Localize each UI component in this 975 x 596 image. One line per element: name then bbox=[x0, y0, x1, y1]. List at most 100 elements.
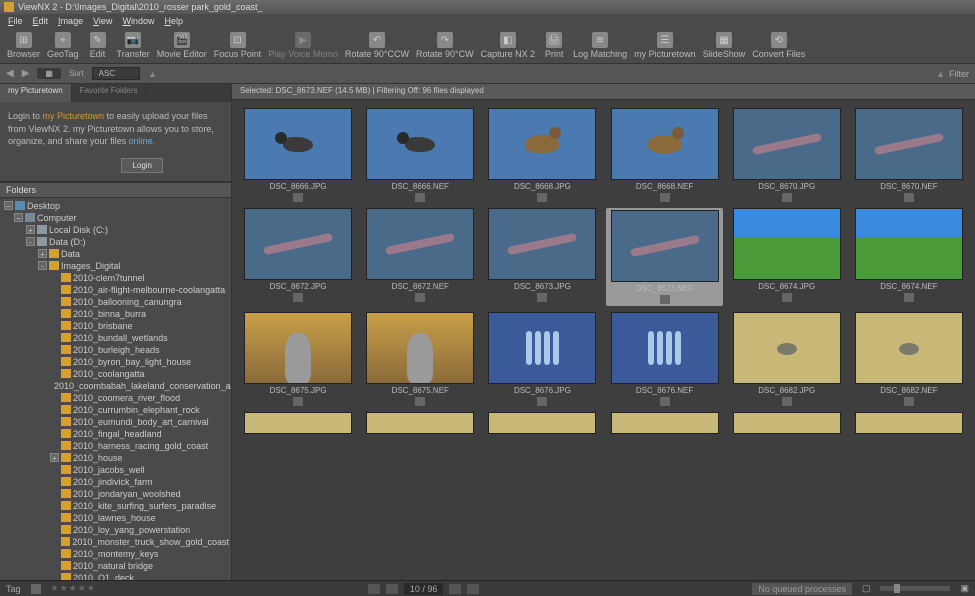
folder-2010-loy-yang-powerstation[interactable]: 2010_loy_yang_powerstation bbox=[2, 524, 229, 536]
folder-2010-eumundi-body-art-carnival[interactable]: 2010_eumundi_body_art_carnival bbox=[2, 416, 229, 428]
label-swatch[interactable] bbox=[31, 584, 41, 594]
toolbar-movie-editor[interactable]: 🎬Movie Editor bbox=[154, 31, 210, 60]
folder-2010-q1-deck[interactable]: 2010_Q1_deck bbox=[2, 572, 229, 580]
folder-2010-brisbane[interactable]: 2010_brisbane bbox=[2, 320, 229, 332]
sort-dir-icon[interactable]: ▲ bbox=[148, 69, 157, 79]
thumbnail-partial[interactable] bbox=[484, 412, 600, 436]
zoom-in-icon[interactable]: ▣ bbox=[960, 583, 969, 594]
folder-images-digital[interactable]: -Images_Digital bbox=[2, 260, 229, 272]
menu-file[interactable]: File bbox=[4, 16, 27, 26]
nav-back-icon[interactable]: ◀ bbox=[6, 68, 14, 79]
folder-2010-jondaryan-woolshed[interactable]: 2010_jondaryan_woolshed bbox=[2, 488, 229, 500]
rating-stars[interactable]: ★★★★★ bbox=[51, 583, 95, 594]
folder-2010-byron-bay-light-house[interactable]: 2010_byron_bay_light_house bbox=[2, 356, 229, 368]
filter-label[interactable]: Filter bbox=[949, 69, 969, 79]
folder-2010-coomera-river-flood[interactable]: 2010_coomera_river_flood bbox=[2, 392, 229, 404]
thumbnail-partial[interactable] bbox=[362, 412, 478, 436]
online-link[interactable]: online bbox=[129, 136, 153, 146]
filter-flag-icon[interactable]: ▲ bbox=[936, 69, 945, 79]
folder-2010-jacobs-well[interactable]: 2010_jacobs_well bbox=[2, 464, 229, 476]
folder-2010-kite-surfing-surfers-paradise[interactable]: 2010_kite_surfing_surfers_paradise bbox=[2, 500, 229, 512]
folder-2010-fingal-headland[interactable]: 2010_fingal_headland bbox=[2, 428, 229, 440]
menu-edit[interactable]: Edit bbox=[29, 16, 53, 26]
thumbnail-dsc-8675-jpg[interactable]: DSC_8675.JPG bbox=[240, 312, 356, 406]
toolbar-convert-files[interactable]: ⟲Convert Files bbox=[749, 31, 808, 60]
folder-local-disk-c-[interactable]: +Local Disk (C:) bbox=[2, 224, 229, 236]
login-button[interactable]: Login bbox=[121, 158, 163, 173]
folder-2010-binna-burra[interactable]: 2010_binna_burra bbox=[2, 308, 229, 320]
thumbnail-partial[interactable] bbox=[606, 412, 722, 436]
view-mode-pill[interactable]: ▦ bbox=[37, 68, 61, 79]
expand-icon[interactable]: - bbox=[38, 261, 47, 270]
thumbnail-dsc-8674-nef[interactable]: DSC_8674.NEF bbox=[851, 208, 967, 306]
toolbar-rotate-90-cw[interactable]: ↷Rotate 90°CW bbox=[413, 31, 477, 60]
thumbnail-partial[interactable] bbox=[240, 412, 356, 436]
toolbar-log-matching[interactable]: ≋Log Matching bbox=[570, 31, 630, 60]
toolbar-print[interactable]: 🖨Print bbox=[539, 31, 569, 60]
thumbnail-partial[interactable] bbox=[729, 412, 845, 436]
last-button[interactable] bbox=[467, 584, 479, 594]
folder-2010-currumbin-elephant-rock[interactable]: 2010_currumbin_elephant_rock bbox=[2, 404, 229, 416]
menu-view[interactable]: View bbox=[89, 16, 116, 26]
sort-select[interactable]: ASC bbox=[92, 67, 140, 80]
zoom-out-icon[interactable]: ▢ bbox=[862, 583, 871, 594]
thumbnail-dsc-8673-jpg[interactable]: DSC_8673.JPG bbox=[484, 208, 600, 306]
toolbar-focus-point[interactable]: ⊡Focus Point bbox=[211, 31, 265, 60]
thumbnail-dsc-8682-nef[interactable]: DSC_8682.NEF bbox=[851, 312, 967, 406]
prev-button[interactable] bbox=[386, 584, 398, 594]
thumbnail-dsc-8670-nef[interactable]: DSC_8670.NEF bbox=[851, 108, 967, 202]
thumbnail-dsc-8682-jpg[interactable]: DSC_8682.JPG bbox=[729, 312, 845, 406]
folder-2010-lawnes-house[interactable]: 2010_lawnes_house bbox=[2, 512, 229, 524]
folder-2010-bundall-wetlands[interactable]: 2010_bundall_wetlands bbox=[2, 332, 229, 344]
expand-icon[interactable]: + bbox=[26, 225, 35, 234]
thumbnail-dsc-8675-nef[interactable]: DSC_8675.NEF bbox=[362, 312, 478, 406]
toolbar-geotag[interactable]: ⌖GeoTag bbox=[44, 31, 82, 60]
thumbnail-dsc-8672-nef[interactable]: DSC_8672.NEF bbox=[362, 208, 478, 306]
folder-tree[interactable]: −Desktop−Computer+Local Disk (C:)-Data (… bbox=[0, 198, 231, 580]
toolbar-rotate-90-ccw[interactable]: ↶Rotate 90°CCW bbox=[342, 31, 412, 60]
thumbnail-dsc-8672-jpg[interactable]: DSC_8672.JPG bbox=[240, 208, 356, 306]
folder-2010-harness-racing-gold-coast[interactable]: 2010_harness_racing_gold_coast bbox=[2, 440, 229, 452]
tab-favorite-folders[interactable]: Favorite Folders bbox=[72, 84, 147, 102]
thumbnail-dsc-8666-nef[interactable]: DSC_8666.NEF bbox=[362, 108, 478, 202]
folder-2010-ballooning-canungra[interactable]: 2010_ballooning_canungra bbox=[2, 296, 229, 308]
next-button[interactable] bbox=[449, 584, 461, 594]
thumbnail-dsc-8670-jpg[interactable]: DSC_8670.JPG bbox=[729, 108, 845, 202]
toolbar-transfer[interactable]: 📷Transfer bbox=[114, 31, 153, 60]
toolbar-capture-nx-2[interactable]: ◧Capture NX 2 bbox=[478, 31, 539, 60]
thumbnail-dsc-8676-jpg[interactable]: DSC_8676.JPG bbox=[484, 312, 600, 406]
thumbnail-dsc-8668-jpg[interactable]: DSC_8668.JPG bbox=[484, 108, 600, 202]
zoom-slider[interactable] bbox=[880, 586, 950, 591]
thumbnail-dsc-8668-nef[interactable]: DSC_8668.NEF bbox=[606, 108, 722, 202]
expand-icon[interactable]: + bbox=[38, 249, 47, 258]
folder-2010-burleigh-heads[interactable]: 2010_burleigh_heads bbox=[2, 344, 229, 356]
folder-2010-natural-bridge[interactable]: 2010_natural bridge bbox=[2, 560, 229, 572]
folder-2010-air-flight-melbourne-coolangatta[interactable]: 2010_air-flight-melbourne-coolangatta bbox=[2, 284, 229, 296]
expand-icon[interactable]: − bbox=[4, 201, 13, 210]
folder-2010-monster-truck-show-gold-coast[interactable]: 2010_monster_truck_show_gold_coast bbox=[2, 536, 229, 548]
folder-2010-coombabah-lakeland-conservation-area[interactable]: 2010_coombabah_lakeland_conservation_are… bbox=[2, 380, 229, 392]
thumbnail-dsc-8666-jpg[interactable]: DSC_8666.JPG bbox=[240, 108, 356, 202]
first-button[interactable] bbox=[368, 584, 380, 594]
folder-data-d-[interactable]: -Data (D:) bbox=[2, 236, 229, 248]
toolbar-my-picturetown[interactable]: ☰my Picturetown bbox=[631, 31, 699, 60]
thumbnail-dsc-8676-nef[interactable]: DSC_8676.NEF bbox=[606, 312, 722, 406]
thumbnail-dsc-8674-jpg[interactable]: DSC_8674.JPG bbox=[729, 208, 845, 306]
thumbnail-partial[interactable] bbox=[851, 412, 967, 436]
folder-data[interactable]: +Data bbox=[2, 248, 229, 260]
nav-fwd-icon[interactable]: ▶ bbox=[22, 68, 30, 79]
menu-image[interactable]: Image bbox=[54, 16, 87, 26]
toolbar-slideshow[interactable]: ▦SlideShow bbox=[700, 31, 749, 60]
folder-2010-jindivick-farm[interactable]: 2010_jindivick_farm bbox=[2, 476, 229, 488]
toolbar-edit[interactable]: ✎Edit bbox=[83, 31, 113, 60]
tab-mypicturetown[interactable]: my Picturetown bbox=[0, 84, 72, 102]
menu-help[interactable]: Help bbox=[160, 16, 187, 26]
expand-icon[interactable]: − bbox=[14, 213, 23, 222]
thumbnail-dsc-8673-nef[interactable]: DSC_8673.NEF bbox=[606, 208, 722, 306]
folder-2010-house[interactable]: +2010_house bbox=[2, 452, 229, 464]
menu-window[interactable]: Window bbox=[118, 16, 158, 26]
mypicturetown-link[interactable]: my Picturetown bbox=[43, 111, 105, 121]
expand-icon[interactable]: + bbox=[50, 453, 59, 462]
folder-2010-coolangatta[interactable]: 2010_coolangatta bbox=[2, 368, 229, 380]
folder-2010-clem7tunnel[interactable]: 2010-clem7tunnel bbox=[2, 272, 229, 284]
